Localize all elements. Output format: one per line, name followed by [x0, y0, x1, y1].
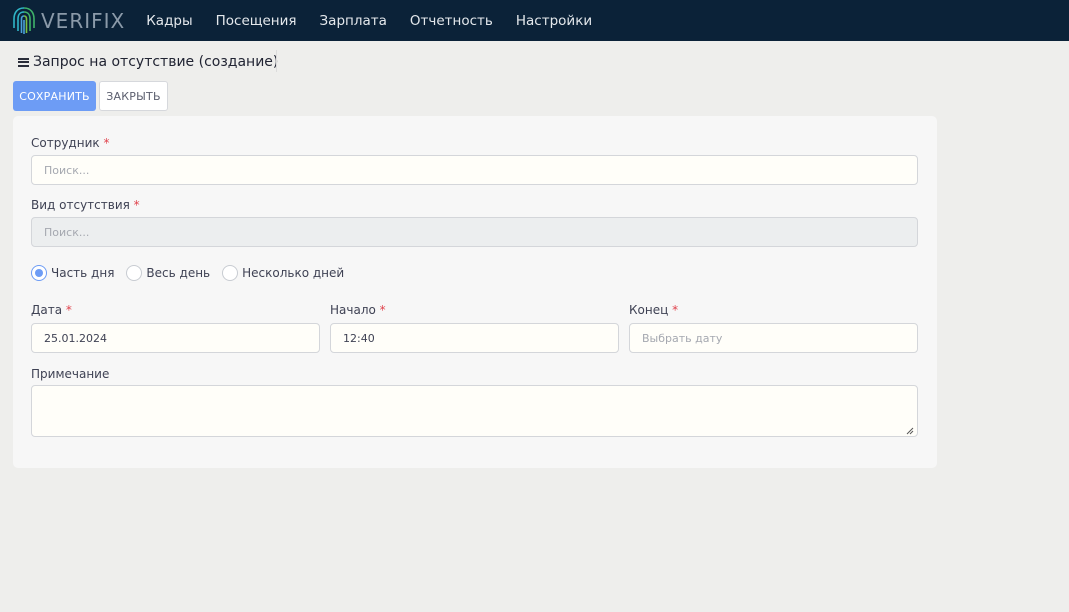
close-button[interactable]: ЗАКРЫТЬ — [99, 81, 168, 111]
start-label-text: Начало — [330, 303, 376, 317]
absence-type-search-placeholder: Поиск... — [44, 225, 90, 239]
page-title: Запрос на отсутствие (создание) — [33, 54, 279, 70]
resize-handle-icon[interactable] — [906, 425, 914, 435]
radio-part-of-day-label: Часть дня — [51, 266, 115, 280]
radio-several-days-label: Несколько дней — [242, 266, 345, 280]
duration-radio-group: Часть дня Весь день Несколько дней — [31, 265, 356, 281]
end-label: Конец * — [629, 303, 678, 317]
logo-text: VERIFIX — [41, 8, 126, 33]
required-mark: * — [103, 136, 110, 150]
radio-whole-day-label: Весь день — [146, 266, 211, 280]
note-textarea[interactable] — [31, 385, 918, 437]
header-divider — [276, 50, 277, 72]
note-label-text: Примечание — [31, 367, 110, 381]
radio-several-days[interactable]: Несколько дней — [222, 265, 344, 281]
radio-checked-icon[interactable] — [31, 265, 47, 281]
radio-part-of-day[interactable]: Часть дня — [31, 265, 114, 281]
radio-unchecked-icon[interactable] — [222, 265, 239, 281]
absence-type-label-text: Вид отсутствия — [31, 198, 130, 212]
radio-unchecked-icon[interactable] — [126, 265, 143, 281]
date-label: Дата * — [31, 303, 72, 317]
nav-item-salary[interactable]: Зарплата — [320, 13, 387, 29]
nav-item-hr[interactable]: Кадры — [146, 13, 192, 29]
date-input[interactable]: 25.01.2024 — [31, 323, 320, 353]
end-date-input[interactable]: Выбрать дату — [629, 323, 918, 353]
start-time-input[interactable]: 12:40 — [330, 323, 619, 353]
hamburger-menu-icon[interactable] — [18, 57, 29, 67]
main-nav: Кадры Посещения Зарплата Отчетность Наст… — [146, 13, 615, 29]
absence-type-search-input[interactable]: Поиск... — [31, 217, 918, 247]
date-value: 25.01.2024 — [44, 331, 107, 345]
employee-label-text: Сотрудник — [31, 136, 100, 150]
required-mark: * — [672, 303, 679, 317]
required-mark: * — [379, 303, 386, 317]
fingerprint-logo-icon — [12, 6, 36, 36]
date-label-text: Дата — [31, 303, 63, 317]
nav-item-reports[interactable]: Отчетность — [410, 13, 493, 29]
absence-type-label: Вид отсутствия * — [31, 198, 140, 212]
start-time-value: 12:40 — [343, 331, 375, 345]
top-navbar: VERIFIX Кадры Посещения Зарплата Отчетно… — [0, 0, 1069, 41]
employee-label: Сотрудник * — [31, 136, 109, 150]
required-mark: * — [65, 303, 72, 317]
start-label: Начало * — [330, 303, 386, 317]
employee-search-input[interactable]: Поиск... — [31, 155, 918, 185]
employee-search-placeholder: Поиск... — [44, 163, 90, 177]
end-label-text: Конец — [629, 303, 669, 317]
end-date-placeholder: Выбрать дату — [642, 331, 723, 345]
radio-whole-day[interactable]: Весь день — [126, 265, 210, 281]
logo[interactable]: VERIFIX — [12, 0, 125, 41]
save-button[interactable]: СОХРАНИТЬ — [13, 81, 96, 111]
nav-item-settings[interactable]: Настройки — [516, 13, 592, 29]
required-mark: * — [133, 198, 140, 212]
page-header: Запрос на отсутствие (создание) — [18, 52, 278, 72]
note-label: Примечание — [31, 367, 109, 381]
nav-item-attendance[interactable]: Посещения — [216, 13, 297, 29]
absence-request-form: Сотрудник * Поиск... Вид отсутствия * По… — [13, 116, 937, 468]
